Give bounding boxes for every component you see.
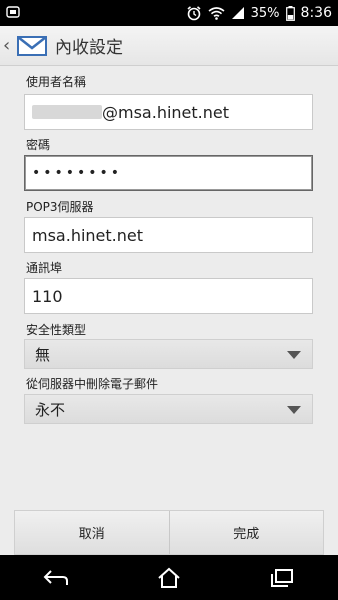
server-label: POP3伺服器 xyxy=(26,200,94,214)
port-label: 通訊埠 xyxy=(26,261,63,275)
security-value: 無 xyxy=(35,345,51,364)
navigation-bar xyxy=(0,555,338,600)
dropdown-arrow-icon xyxy=(287,406,301,414)
password-field[interactable]: •••••••• xyxy=(24,155,313,191)
delete-value: 永不 xyxy=(35,400,66,419)
alarm-icon xyxy=(186,5,202,21)
clock: 8:36 xyxy=(300,5,332,21)
recents-icon[interactable] xyxy=(262,563,302,593)
notification-icon xyxy=(6,5,20,19)
username-label: 使用者名稱 xyxy=(26,75,87,89)
mail-envelope-icon[interactable] xyxy=(15,33,49,59)
port-field[interactable]: 110 xyxy=(24,278,313,314)
delete-label: 從伺服器中刪除電子郵件 xyxy=(26,377,159,391)
password-label: 密碼 xyxy=(26,138,51,152)
page-title: 內收設定 xyxy=(55,38,123,58)
status-bar: 35% 8:36 xyxy=(0,0,338,26)
cancel-button[interactable]: 取消 xyxy=(15,511,169,554)
signal-icon xyxy=(231,6,245,20)
done-button[interactable]: 完成 xyxy=(168,511,323,554)
username-field[interactable]: @msa.hinet.net xyxy=(24,94,313,130)
chevron-left-icon[interactable]: ‹ xyxy=(3,36,13,55)
battery-icon xyxy=(285,5,295,21)
redacted-username xyxy=(32,105,102,119)
status-icons: 35% 8:36 xyxy=(186,0,332,26)
button-bar: 取消 完成 xyxy=(14,510,324,555)
server-field[interactable]: msa.hinet.net xyxy=(24,217,313,253)
dropdown-arrow-icon xyxy=(287,351,301,359)
server-value: msa.hinet.net xyxy=(32,225,143,245)
settings-form: 使用者名稱 @msa.hinet.net 密碼 •••••••• POP3伺服器… xyxy=(0,66,338,510)
action-bar: ‹ 內收設定 xyxy=(0,26,338,66)
username-value: @msa.hinet.net xyxy=(102,102,229,122)
battery-percent: 35% xyxy=(250,5,280,21)
delete-select[interactable]: 永不 xyxy=(24,394,313,424)
security-label: 安全性類型 xyxy=(26,323,87,337)
wifi-icon xyxy=(208,6,225,20)
security-select[interactable]: 無 xyxy=(24,339,313,369)
home-icon[interactable] xyxy=(149,563,189,593)
password-value: •••••••• xyxy=(32,165,123,181)
port-value: 110 xyxy=(32,286,63,306)
back-arrow-icon[interactable] xyxy=(36,563,76,593)
